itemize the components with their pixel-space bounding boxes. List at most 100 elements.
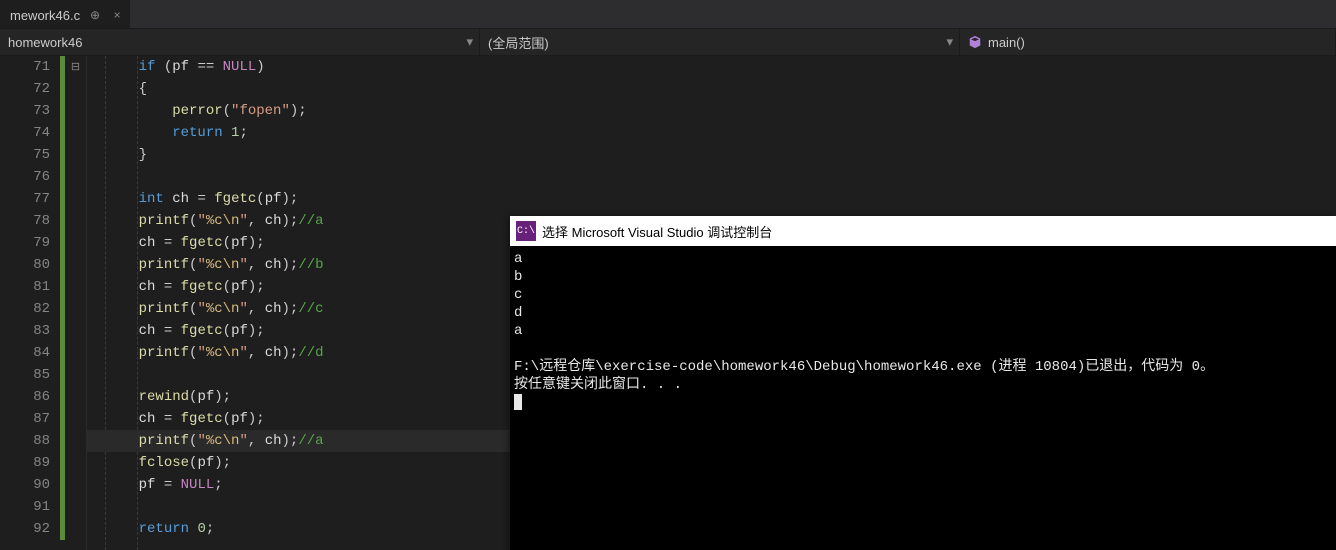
token-punc: ;	[223, 455, 231, 471]
token-id: ch	[139, 323, 156, 339]
token-str: "	[239, 213, 247, 229]
fold-gutter	[65, 320, 86, 342]
token-id: ch	[265, 213, 282, 229]
code-line[interactable]: return 1;	[87, 122, 1336, 144]
code-line[interactable]	[87, 166, 1336, 188]
token-punc: ;	[214, 477, 222, 493]
line-number: 92	[0, 518, 50, 540]
token-num: 0	[197, 521, 205, 537]
token-str: "	[197, 433, 205, 449]
console-cursor	[514, 394, 522, 410]
function-name: main()	[988, 35, 1025, 50]
token-id: pf	[197, 455, 214, 471]
token-punc	[105, 323, 139, 339]
token-punc: (	[256, 191, 264, 207]
token-punc	[223, 125, 231, 141]
project-name: homework46	[8, 35, 82, 50]
token-punc: )	[290, 103, 298, 119]
line-number: 84	[0, 342, 50, 364]
scope-bar: homework46 ▾ (全局范围) ▾ main()	[0, 28, 1336, 56]
line-number: 89	[0, 452, 50, 474]
console-body: a b c d a F:\远程仓库\exercise-code\homework…	[510, 246, 1336, 416]
fold-gutter	[65, 166, 86, 188]
token-punc: ;	[206, 521, 214, 537]
code-line[interactable]: }	[87, 144, 1336, 166]
token-id: ch	[265, 345, 282, 361]
close-icon[interactable]: ×	[110, 8, 124, 22]
token-str: "	[239, 257, 247, 273]
token-punc: ;	[290, 191, 298, 207]
scope-name: (全局范围)	[488, 33, 549, 52]
project-selector[interactable]: homework46 ▾	[0, 29, 480, 55]
token-punc: )	[282, 433, 290, 449]
token-fn: fgetc	[181, 235, 223, 251]
token-punc	[105, 389, 139, 405]
token-cmt: //a	[298, 433, 323, 449]
scope-selector[interactable]: (全局范围) ▾	[480, 29, 960, 55]
token-punc	[105, 301, 139, 317]
line-number: 79	[0, 232, 50, 254]
line-number: 91	[0, 496, 50, 518]
token-punc	[105, 477, 139, 493]
line-number: 72	[0, 78, 50, 100]
token-punc: (	[223, 279, 231, 295]
token-punc	[105, 257, 139, 273]
token-fn: printf	[139, 257, 189, 273]
token-fn: fgetc	[214, 191, 256, 207]
token-id: pf	[231, 235, 248, 251]
fold-gutter	[65, 452, 86, 474]
token-esc: %c	[206, 257, 223, 273]
token-punc: ,	[248, 213, 265, 229]
token-punc: ,	[248, 257, 265, 273]
token-esc: %c	[206, 433, 223, 449]
token-punc	[105, 455, 139, 471]
token-esc: %c	[206, 301, 223, 317]
fold-gutter	[65, 122, 86, 144]
pin-icon[interactable]: ⊕	[88, 8, 102, 22]
token-str: "	[239, 301, 247, 317]
token-punc: (	[155, 59, 172, 75]
function-selector[interactable]: main()	[960, 29, 1336, 55]
token-kw: return	[139, 521, 189, 537]
fold-column: ⊟	[65, 56, 87, 550]
token-punc: ;	[256, 279, 264, 295]
token-fn: perror	[172, 103, 222, 119]
token-esc: \n	[223, 301, 240, 317]
line-number: 73	[0, 100, 50, 122]
console-titlebar[interactable]: C:\ 选择 Microsoft Visual Studio 调试控制台	[510, 216, 1336, 246]
token-punc	[105, 411, 139, 427]
fold-gutter	[65, 144, 86, 166]
line-number: 83	[0, 320, 50, 342]
token-id: ch	[172, 191, 189, 207]
fold-gutter	[65, 342, 86, 364]
chevron-down-icon: ▾	[466, 34, 473, 50]
token-esc: \n	[223, 213, 240, 229]
token-id: ch	[265, 257, 282, 273]
code-line[interactable]: {	[87, 78, 1336, 100]
code-editor[interactable]: 7172737475767778798081828384858687888990…	[0, 56, 1336, 550]
line-number: 80	[0, 254, 50, 276]
file-tab[interactable]: mework46.c ⊕ ×	[0, 0, 130, 28]
token-fn: printf	[139, 345, 189, 361]
debug-console-window[interactable]: C:\ 选择 Microsoft Visual Studio 调试控制台 a b…	[510, 216, 1336, 550]
fold-gutter	[65, 276, 86, 298]
token-punc	[105, 59, 139, 75]
tab-bar: mework46.c ⊕ ×	[0, 0, 1336, 28]
token-punc: ;	[223, 389, 231, 405]
token-punc: =	[155, 235, 180, 251]
token-punc: (	[223, 235, 231, 251]
fold-toggle-icon[interactable]: ⊟	[65, 56, 86, 78]
token-punc	[105, 235, 139, 251]
line-number: 77	[0, 188, 50, 210]
fold-gutter	[65, 254, 86, 276]
token-id: pf	[172, 59, 189, 75]
token-punc: )	[214, 389, 222, 405]
fold-gutter	[65, 78, 86, 100]
code-line[interactable]: if (pf == NULL)	[87, 56, 1336, 78]
token-punc: ;	[298, 103, 306, 119]
token-punc: ;	[256, 235, 264, 251]
code-line[interactable]: int ch = fgetc(pf);	[87, 188, 1336, 210]
token-punc	[105, 521, 139, 537]
function-icon	[968, 35, 982, 49]
code-line[interactable]: perror("fopen");	[87, 100, 1336, 122]
